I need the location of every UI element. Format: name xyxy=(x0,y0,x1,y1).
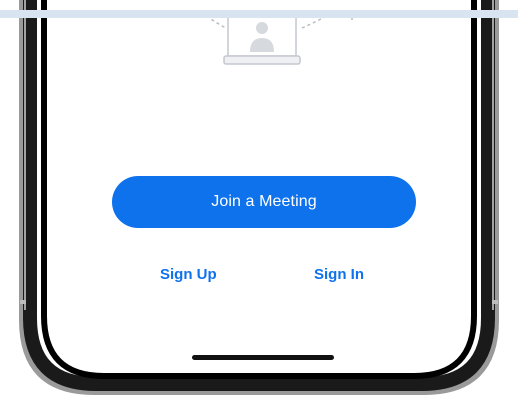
top-divider-band xyxy=(0,10,518,18)
phone-screen: Join a Meeting Sign Up Sign In xyxy=(52,0,466,372)
zoom-welcome-screen: Join a Meeting Sign Up Sign In xyxy=(0,0,518,396)
sign-up-link[interactable]: Sign Up xyxy=(160,266,217,283)
join-meeting-button[interactable]: Join a Meeting xyxy=(112,176,416,228)
home-indicator-bar[interactable] xyxy=(192,355,334,360)
sign-in-link[interactable]: Sign In xyxy=(314,266,364,283)
